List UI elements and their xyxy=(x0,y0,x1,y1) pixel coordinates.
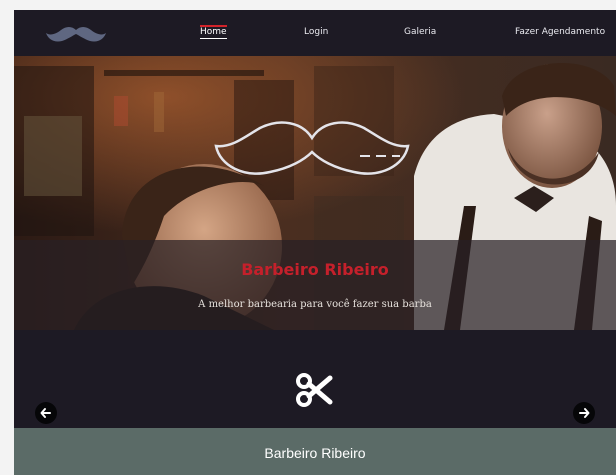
nav-link-login[interactable]: Login xyxy=(304,27,328,37)
footer-title: Barbeiro Ribeiro xyxy=(264,445,366,461)
arrow-left-icon xyxy=(40,408,51,418)
hero-banner: Barbeiro Ribeiro A melhor barbearia para… xyxy=(14,56,616,330)
carousel-next-button[interactable] xyxy=(573,402,595,424)
hero-subtitle: A melhor barbearia para você fazer sua b… xyxy=(198,299,432,310)
mustache-outline-icon xyxy=(214,121,410,175)
service-carousel xyxy=(14,330,616,428)
footer-strip: Barbeiro Ribeiro xyxy=(14,428,616,475)
nav-link-fazer-agendamento[interactable]: Fazer Agendamento xyxy=(515,27,605,37)
carousel-prev-button[interactable] xyxy=(35,402,57,424)
nav-link-home[interactable]: Home xyxy=(200,25,227,39)
arrow-right-icon xyxy=(579,408,590,418)
nav-link-galeria[interactable]: Galeria xyxy=(404,27,436,37)
hero-title: Barbeiro Ribeiro xyxy=(241,260,389,279)
mustache-icon[interactable] xyxy=(44,24,108,44)
navbar: Home Login Galeria Fazer Agendamento xyxy=(14,10,616,56)
page: Home Login Galeria Fazer Agendamento Bar… xyxy=(14,10,616,475)
hero-caption-band xyxy=(14,240,616,330)
scissors-icon xyxy=(296,373,333,407)
